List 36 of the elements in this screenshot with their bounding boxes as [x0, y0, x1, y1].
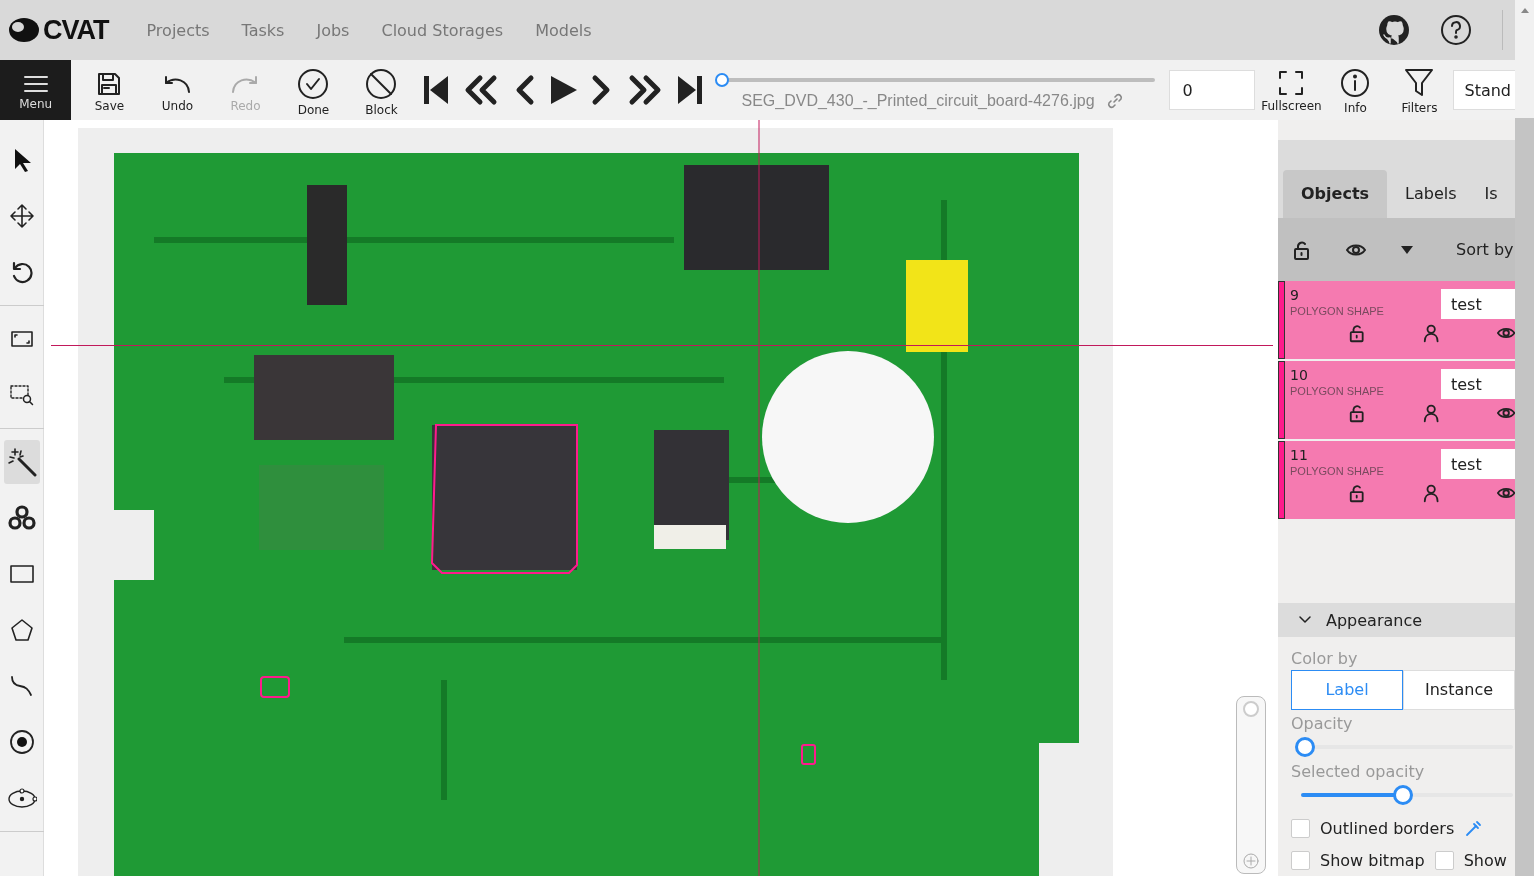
menu-button[interactable]: Menu [0, 60, 72, 120]
object-card[interactable]: 10 POLYGON SHAPE test [1278, 361, 1515, 440]
object-id: 11 [1290, 447, 1309, 464]
sidebar-tab[interactable]: Is [1474, 169, 1502, 218]
sort-label: Sort by [1456, 240, 1514, 260]
checkbox[interactable]: Show [1434, 851, 1507, 870]
info-button[interactable]: Info [1323, 60, 1388, 120]
done-button[interactable]: Done [279, 60, 348, 120]
fullscreen-button[interactable]: Fullscreen [1259, 60, 1324, 120]
label-select[interactable]: test [1441, 289, 1515, 320]
object-type: POLYGON SHAPE [1290, 465, 1384, 478]
object-id: 9 [1290, 287, 1300, 304]
object-card[interactable]: 9 POLYGON SHAPE test [1278, 281, 1515, 360]
opacity-label: Opacity [1291, 713, 1354, 733]
filename: SEG_DVD_430_-_Printed_circuit_board-4276.jpg [741, 92, 1095, 110]
object-id: 10 [1290, 367, 1309, 384]
opacity-label: Selected opacity [1291, 762, 1426, 782]
label-select[interactable]: test [1441, 449, 1515, 480]
checkbox[interactable]: Show bitmap [1291, 851, 1425, 870]
undo-button[interactable]: Undo [143, 60, 212, 120]
object-type: POLYGON SHAPE [1290, 385, 1384, 398]
color-by-option[interactable]: Instance [1403, 669, 1515, 710]
workspace-select[interactable]: Stand [1453, 70, 1515, 110]
logo-text: CVAT [43, 14, 109, 46]
frame-number-field[interactable]: 0 [1169, 70, 1256, 110]
sidebar-tab[interactable]: Objects [1283, 169, 1388, 218]
block-button[interactable]: Block [347, 60, 416, 120]
sidebar-tab[interactable]: Labels [1387, 169, 1475, 218]
filters-button[interactable]: Filters [1387, 60, 1452, 120]
object-card[interactable]: 11 POLYGON SHAPE test [1278, 441, 1515, 520]
object-type: POLYGON SHAPE [1290, 305, 1384, 318]
label-select[interactable]: test [1441, 369, 1515, 400]
save-button[interactable]: Save [75, 60, 144, 120]
checkbox[interactable]: Outlined borders [1291, 818, 1455, 838]
color-by-label: Color by [1291, 648, 1359, 668]
appearance-header[interactable]: Appearance [1278, 603, 1515, 637]
